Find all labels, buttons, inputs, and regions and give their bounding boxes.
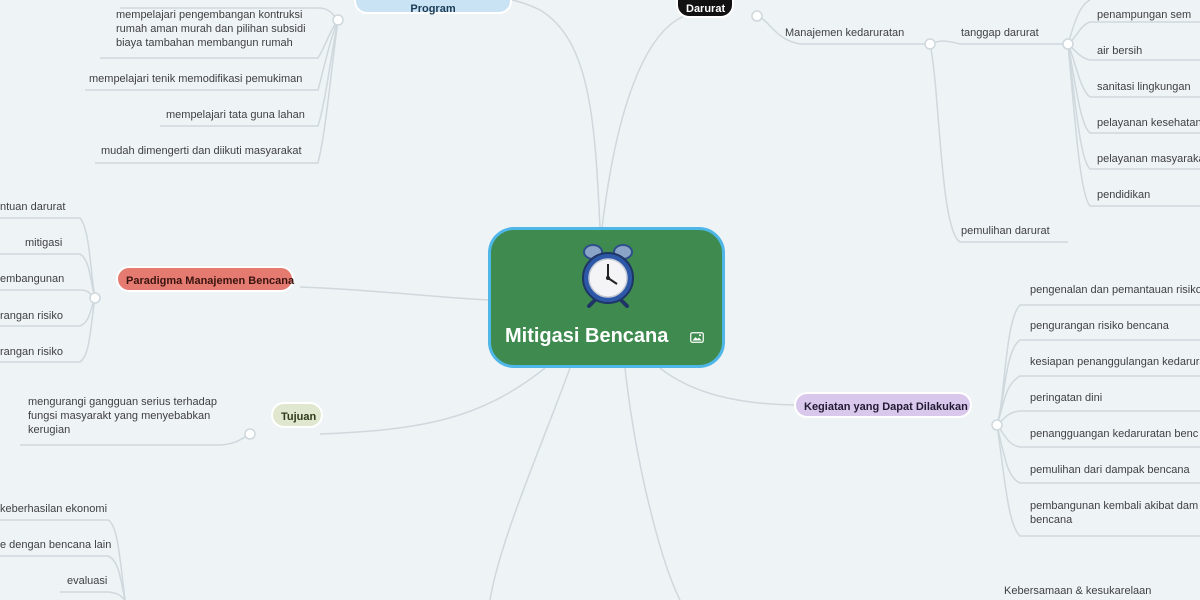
root-node[interactable]: Mitigasi Bencana [488, 227, 725, 368]
paradigma-item-2[interactable]: mitigasi [25, 236, 62, 250]
bottom-left-item-3[interactable]: evaluasi [67, 574, 107, 588]
program-item-3[interactable]: mempelajari tata guna lahan [166, 108, 305, 122]
branch-darurat-label: Darurat [686, 3, 726, 15]
darurat-manajemen[interactable]: Manajemen kedaruratan [785, 26, 904, 40]
branch-kegiatan-label: Kegiatan yang Dapat Dilakukan [804, 401, 968, 413]
darurat-pemulihan[interactable]: pemulihan darurat [961, 224, 1050, 238]
tanggap-item-6[interactable]: pendidikan [1097, 188, 1150, 202]
program-item-1[interactable]: mempelajari pengembangan kontruksi rumah… [116, 8, 316, 50]
tanggap-item-1[interactable]: penampungan sem [1097, 8, 1191, 22]
kegiatan-item-6[interactable]: pemulihan dari dampak bencana [1030, 463, 1190, 477]
kegiatan-item-3[interactable]: kesiapan penanggulangan kedarurat [1030, 355, 1200, 369]
kegiatan-item-7[interactable]: pembangunan kembali akibat dam bencana [1030, 499, 1200, 527]
tanggap-item-2[interactable]: air bersih [1097, 44, 1142, 58]
branch-paradigma-label: Paradigma Manajemen Bencana [126, 275, 295, 287]
branch-darurat[interactable]: Darurat [676, 0, 734, 18]
branch-program[interactable]: Program [354, 0, 512, 15]
paradigma-item-1[interactable]: ntuan darurat [0, 200, 65, 214]
bottom-left-item-2[interactable]: e dengan bencana lain [0, 538, 111, 552]
darurat-tanggap[interactable]: tanggap darurat [961, 26, 1039, 40]
image-icon[interactable] [690, 332, 704, 343]
bottom-right-item-1[interactable]: Kebersamaan & kesukarelaan [1004, 584, 1151, 598]
program-item-2[interactable]: mempelajari tenik memodifikasi pemukiman [89, 72, 302, 86]
branch-tujuan-label: Tujuan [281, 411, 317, 423]
alarm-clock-icon [582, 244, 634, 308]
branch-program-label: Program [410, 3, 456, 15]
tanggap-item-3[interactable]: sanitasi lingkungan [1097, 80, 1191, 94]
bottom-left-item-1[interactable]: keberhasilan ekonomi [0, 502, 107, 516]
kegiatan-item-2[interactable]: pengurangan risiko bencana [1030, 319, 1169, 333]
branch-paradigma[interactable]: Paradigma Manajemen Bencana [116, 266, 294, 292]
branch-tujuan[interactable]: Tujuan [271, 402, 323, 428]
kegiatan-item-1[interactable]: pengenalan dan pemantauan risiko [1030, 283, 1200, 297]
kegiatan-item-5[interactable]: penangguangan kedaruratan benc [1030, 427, 1198, 441]
program-item-4[interactable]: mudah dimengerti dan diikuti masyarakat [101, 144, 302, 158]
root-title: Mitigasi Bencana [505, 325, 669, 347]
tujuan-item-1[interactable]: mengurangi gangguan serius terhadap fung… [28, 395, 228, 437]
branch-kegiatan[interactable]: Kegiatan yang Dapat Dilakukan [794, 392, 972, 418]
paradigma-item-5[interactable]: rangan risiko [0, 345, 63, 359]
tanggap-item-4[interactable]: pelayanan kesehatan [1097, 116, 1200, 130]
paradigma-item-3[interactable]: embangunan [0, 272, 64, 286]
paradigma-item-4[interactable]: rangan risiko [0, 309, 63, 323]
kegiatan-item-4[interactable]: peringatan dini [1030, 391, 1102, 405]
tanggap-item-5[interactable]: pelayanan masyarakat [1097, 152, 1200, 166]
